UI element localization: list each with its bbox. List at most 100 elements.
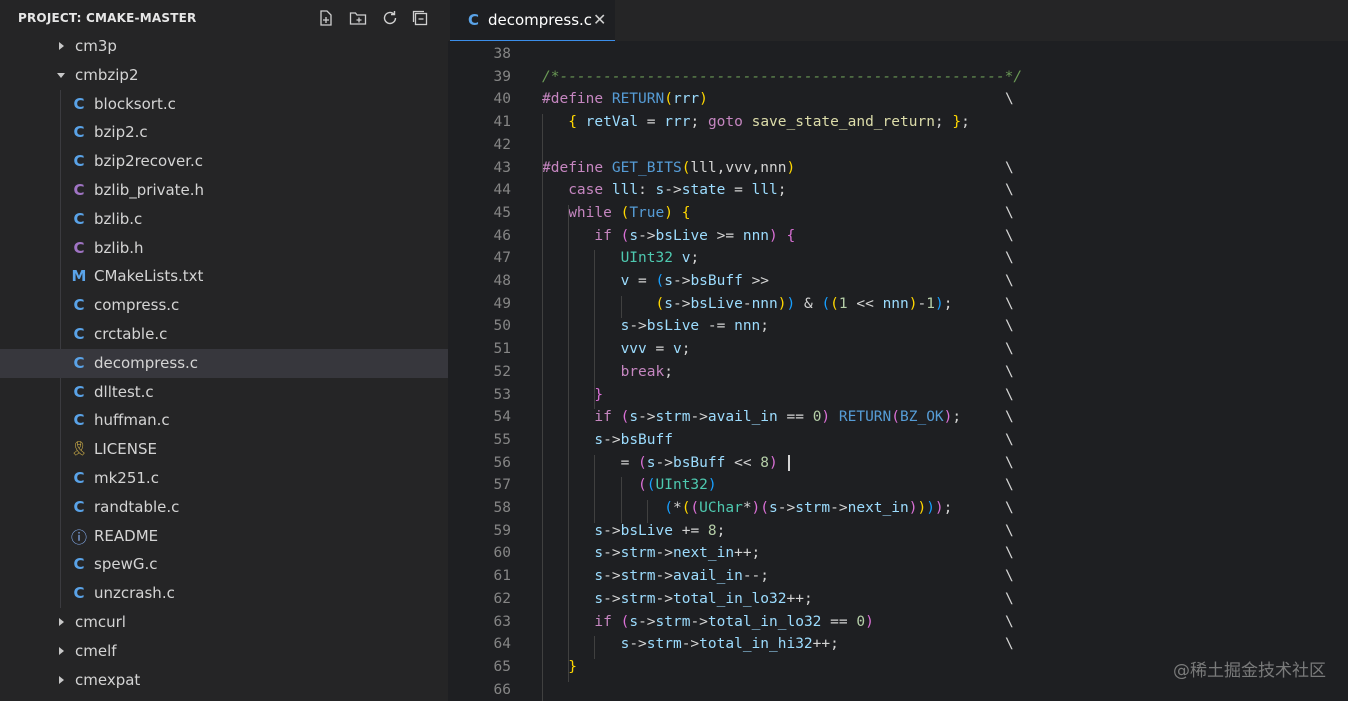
line-continuation: \ [1005, 500, 1014, 516]
file-decompress-c[interactable]: Cdecompress.c [0, 348, 448, 378]
file-unzcrash-c[interactable]: Cunzcrash.c [0, 579, 448, 608]
code-token: == [821, 613, 857, 630]
code-token: if [594, 409, 621, 426]
code-token: -> [603, 590, 621, 607]
folder-cm3p[interactable]: cm3p [0, 32, 448, 61]
code-editor[interactable]: 38 39 /*----------------------------------… [448, 41, 1348, 701]
info-icon: ⓘ [71, 527, 88, 547]
file-license[interactable]: 🎗 LICENSE [0, 435, 448, 464]
code-token: ( [638, 454, 647, 471]
code-line[interactable]: (*((UChar*)(s->strm->next_in)))); [542, 500, 952, 516]
indent-guide [594, 636, 596, 659]
code-line[interactable]: UInt32 v; [542, 250, 700, 266]
code-token: } [568, 658, 577, 675]
code-token: bsLive [690, 295, 743, 312]
line-continuation: \ [1005, 590, 1014, 607]
indent-guide [542, 114, 543, 701]
code-line[interactable]: break; [542, 364, 673, 380]
line-number: 51 [493, 341, 511, 358]
code-token: ( [638, 477, 647, 494]
new-file-icon[interactable] [317, 9, 335, 27]
code-token: -> [629, 636, 647, 653]
file-label: compress.c [94, 296, 180, 315]
code-line[interactable]: s->bsLive -= nnn; [542, 318, 769, 334]
code-token: - [917, 295, 927, 312]
code-line[interactable]: #define GET_BITS(lll,vvv,nnn) [542, 160, 795, 176]
code-line[interactable]: s->bsBuff [542, 432, 673, 448]
code-token: ; [943, 295, 953, 312]
line-continuation: \ [1005, 568, 1014, 585]
code-line[interactable]: if (s->strm->avail_in == 0) RETURN(BZ_OK… [542, 409, 961, 425]
code-token: goto [707, 114, 743, 131]
code-token: bsBuff [672, 454, 726, 471]
file-huffman-c[interactable]: Chuffman.c [0, 406, 448, 435]
file-label: mk251.c [94, 469, 159, 487]
file-crctable-c[interactable]: Ccrctable.c [0, 320, 448, 349]
file-cmakelists-txt[interactable]: M CMakeLists.txt [0, 262, 448, 291]
collapse-all-icon[interactable] [411, 9, 429, 27]
code-token: -> [672, 273, 691, 289]
folder-cmcurl[interactable]: cmcurl [0, 608, 448, 637]
file-compress-c[interactable]: Ccompress.c [0, 291, 448, 320]
file-randtable-c[interactable]: Crandtable.c [0, 493, 448, 522]
code-token: << [847, 295, 883, 312]
code-line[interactable]: s->strm->avail_in--; [542, 568, 769, 584]
folder-label: cmexpat [75, 670, 141, 689]
refresh-icon[interactable] [381, 9, 399, 27]
file-readme[interactable]: ⓘ README [0, 522, 448, 551]
new-folder-icon[interactable] [349, 9, 367, 27]
tab-decompress-c[interactable]: C decompress.c ✕ [450, 0, 615, 42]
code-token: ( [655, 273, 665, 289]
code-token: while [568, 204, 621, 221]
code-token: next_in [847, 500, 909, 516]
code-line[interactable]: while (True) { [542, 205, 690, 221]
code-line[interactable]: if (s->bsLive >= nnn) { [542, 228, 795, 244]
code-line[interactable]: = (s->bsBuff << 8) [542, 454, 791, 471]
code-token: ) [664, 204, 673, 221]
code-token: { [681, 204, 691, 221]
code-line[interactable]: s->strm->total_in_lo32++; [542, 590, 813, 607]
code-token: -> [690, 613, 708, 630]
code-token: retVal [585, 114, 639, 131]
code-token: UInt32 [655, 477, 708, 494]
code-line[interactable]: { retVal = rrr; goto save_state_and_retu… [542, 114, 970, 130]
file-mk251-c[interactable]: Cmk251.c [0, 464, 448, 493]
folder-cmexpat[interactable]: cmexpat [0, 666, 448, 695]
file-bzip2recover-c[interactable]: Cbzip2recover.c [0, 147, 448, 176]
code-line[interactable]: s->strm->total_in_hi32++; [542, 636, 839, 652]
code-line[interactable]: if (s->strm->total_in_lo32 == 0) [542, 613, 873, 630]
code-token: == [777, 409, 813, 426]
file-dlltest-c[interactable]: Cdlltest.c [0, 378, 448, 407]
line-continuation: \ [1005, 341, 1014, 358]
folder-cmbzip2[interactable]: cmbzip2 [0, 61, 448, 90]
file-spewg-c[interactable]: CspewG.c [0, 550, 448, 579]
code-line[interactable]: v = (s->bsBuff >> [542, 273, 769, 289]
line-continuation: \ [1005, 386, 1014, 403]
c-file-icon: C [73, 94, 85, 113]
file-bzlib-h[interactable]: Cbzlib.h [0, 234, 448, 263]
indent-guide [646, 500, 648, 523]
code-line[interactable]: s->strm->next_in++; [542, 545, 760, 561]
folder-cmelf[interactable]: cmelf [0, 637, 448, 666]
code-line[interactable]: #define RETURN(rrr) [542, 91, 708, 107]
code-token: lll [751, 182, 778, 199]
code-line[interactable]: case lll: s->state = lll; [542, 182, 786, 199]
file-bzlib-private-h[interactable]: Cbzlib_private.h [0, 176, 448, 205]
code-line[interactable]: (s->bsLive-nnn)) & ((1 << nnn)-1); [542, 295, 953, 312]
code-line[interactable]: vvv = v; [542, 341, 691, 357]
close-icon[interactable]: ✕ [593, 10, 607, 29]
line-continuation: \ [1005, 227, 1014, 244]
code-line[interactable]: s->bsLive += 8; [542, 523, 725, 539]
file-blocksort-c[interactable]: Cblocksort.c [0, 90, 448, 119]
file-bzlib-c[interactable]: Cbzlib.c [0, 205, 448, 234]
code-token: ( [821, 295, 831, 312]
code-token: ++; [786, 590, 813, 607]
code-line[interactable]: } [542, 659, 577, 675]
file-bzip2-c[interactable]: Cbzip2.c [0, 118, 448, 147]
line-continuation: \ [1005, 91, 1014, 108]
code-line[interactable]: /*--------------------------------------… [542, 69, 1022, 85]
